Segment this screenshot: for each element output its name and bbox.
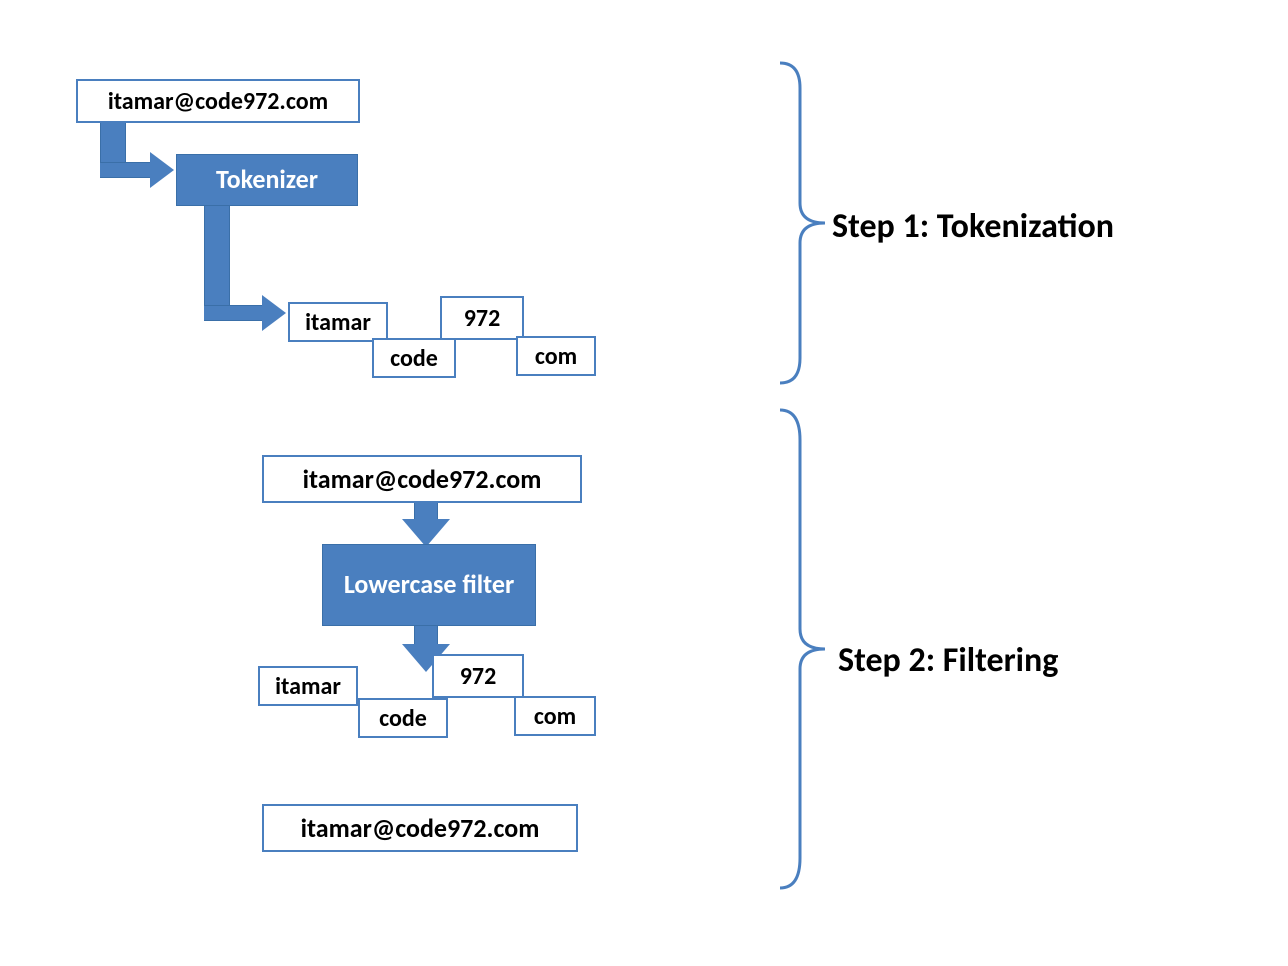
arrow-tokenizer-to-tokens — [204, 206, 294, 336]
step2-label-text: Step 2: Filtering — [838, 640, 1058, 681]
step2-input-text: itamar@code972.com — [303, 463, 542, 495]
step1-token-com: com — [516, 336, 596, 376]
step2-output-box: itamar@code972.com — [262, 804, 578, 852]
filter-box: Lowercase filter — [322, 544, 536, 626]
tokenizer-label: Tokenizer — [216, 164, 318, 195]
step2-token-code: code — [358, 698, 448, 738]
step1-input-text: itamar@code972.com — [108, 87, 328, 116]
step2-token-itamar: itamar — [258, 666, 358, 706]
step1-brace — [770, 58, 830, 388]
step1-token-itamar: itamar — [288, 302, 388, 342]
step1-token2-text: code — [390, 344, 438, 373]
step1-token-972: 972 — [440, 296, 524, 340]
step2-label: Step 2: Filtering — [838, 640, 1058, 681]
step2-token-972: 972 — [432, 654, 524, 698]
step1-label: Step 1: Tokenization — [832, 206, 1114, 247]
step1-label-text: Step 1: Tokenization — [832, 206, 1114, 247]
arrow-input-to-filter — [402, 503, 450, 547]
step2-token4-text: com — [534, 702, 576, 731]
step2-token3-text: 972 — [460, 662, 497, 691]
step1-input-box: itamar@code972.com — [76, 79, 360, 123]
step1-token-code: code — [372, 338, 456, 378]
tokenizer-box: Tokenizer — [176, 154, 358, 206]
step2-input-box: itamar@code972.com — [262, 455, 582, 503]
step1-token1-text: itamar — [305, 308, 371, 337]
arrow-input-to-tokenizer — [100, 123, 180, 198]
step2-output-text: itamar@code972.com — [301, 812, 540, 844]
step1-token4-text: com — [535, 342, 577, 371]
filter-label: Lowercase filter — [344, 569, 514, 600]
step2-token2-text: code — [379, 704, 427, 733]
step2-brace — [770, 405, 830, 893]
step1-token3-text: 972 — [464, 304, 501, 333]
step2-token1-text: itamar — [275, 672, 341, 701]
step2-token-com: com — [514, 696, 596, 736]
